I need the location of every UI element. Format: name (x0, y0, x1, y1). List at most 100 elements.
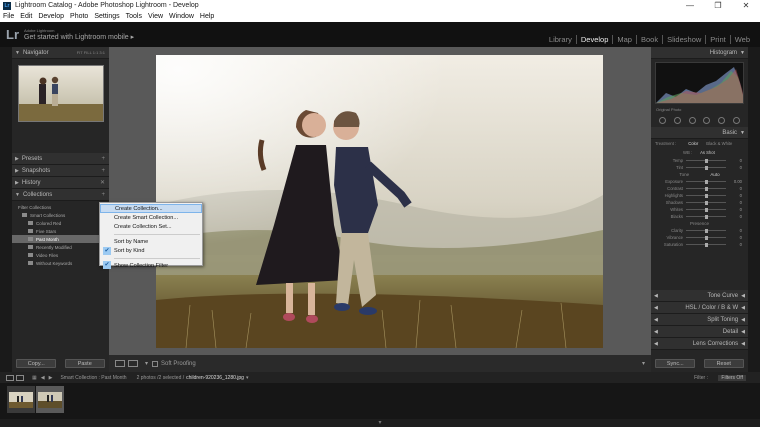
slider-track[interactable] (686, 242, 726, 247)
identity-plate[interactable]: Adobe Lightroom Get started with Lightro… (24, 28, 134, 41)
detail-header[interactable]: ◀ Detail ◀ (651, 326, 748, 338)
add-preset-icon[interactable]: + (101, 156, 105, 162)
menu-tools[interactable]: Tools (126, 13, 142, 20)
module-library[interactable]: Library (545, 35, 577, 44)
collection-row[interactable]: Recently Modified 0 (12, 243, 109, 251)
adjustment-brush-icon[interactable] (733, 116, 741, 124)
basic-header[interactable]: Basic ▼ (651, 127, 748, 139)
wb-select[interactable]: As Shot (700, 150, 715, 155)
toolbar-menu-icon[interactable]: ▾ (642, 360, 645, 367)
collection-row[interactable]: Video Files 0 (12, 251, 109, 259)
filmstrip-toggle[interactable]: ▾ (0, 419, 760, 427)
slider-knob[interactable] (704, 207, 708, 212)
menu-view[interactable]: View (148, 13, 163, 20)
treatment-color[interactable]: Color (688, 141, 698, 146)
slider-value[interactable]: 0 (740, 242, 742, 247)
split-toning-header[interactable]: ◀ Split Toning ◀ (651, 314, 748, 326)
menu-item-sort-by-kind[interactable]: ✔ Sort by Kind (100, 246, 202, 256)
grid-icon[interactable]: ▦ (32, 375, 37, 381)
navigator-zoom-options[interactable]: FIT FILL 1:1 3:1 (77, 50, 105, 55)
module-slideshow[interactable]: Slideshow (663, 35, 707, 44)
slider-knob[interactable] (704, 186, 708, 191)
menu-settings[interactable]: Settings (94, 13, 119, 20)
treatment-bw[interactable]: Black & White (706, 141, 732, 146)
minimize-button[interactable]: — (676, 0, 704, 11)
module-web[interactable]: Web (731, 35, 754, 44)
slider-track[interactable] (686, 193, 726, 198)
hsl-header[interactable]: ◀ HSL / Color / B & W ◀ (651, 302, 748, 314)
slider-track[interactable] (686, 186, 726, 191)
auto-tone-button[interactable]: Auto (710, 172, 719, 177)
presets-header[interactable]: ▶ Presets + (12, 153, 109, 165)
slider-value[interactable]: 0 (740, 207, 742, 212)
lens-corrections-header[interactable]: ◀ Lens Corrections ◀ (651, 338, 748, 350)
left-panel-edge[interactable] (0, 47, 12, 372)
collections-header[interactable]: ▼ Collections + (12, 189, 109, 201)
secondary-display-icon[interactable] (16, 374, 24, 381)
slider-value[interactable]: 0.00 (734, 179, 742, 184)
slider-value[interactable]: 0 (740, 228, 742, 233)
slider-value[interactable]: 0 (740, 235, 742, 240)
slider-value[interactable]: 0 (740, 214, 742, 219)
radial-filter-icon[interactable] (718, 116, 726, 124)
slider-knob[interactable] (704, 200, 708, 205)
slider-track[interactable] (686, 235, 726, 240)
clear-history-icon[interactable]: ✕ (100, 179, 105, 186)
slider-value[interactable]: 0 (740, 165, 742, 170)
collection-row-selected[interactable]: Past Month 2 (12, 235, 109, 243)
slider-knob[interactable] (704, 179, 708, 184)
module-book[interactable]: Book (637, 35, 664, 44)
red-eye-icon[interactable] (688, 116, 696, 124)
crop-tool-icon[interactable] (658, 116, 666, 124)
add-collection-icon[interactable]: + (101, 192, 105, 198)
menu-item-create-collection[interactable]: Create Collection... (100, 204, 202, 214)
slider-track[interactable] (686, 214, 726, 219)
graduated-filter-icon[interactable] (703, 116, 711, 124)
forward-arrow-icon[interactable]: ▶ (49, 375, 53, 381)
module-print[interactable]: Print (706, 35, 731, 44)
menu-item-show-collection-filter[interactable]: ✔ Show Collection Filter (100, 260, 202, 270)
slider-value[interactable]: 0 (740, 193, 742, 198)
loupe-view-icon[interactable] (115, 360, 125, 367)
paste-settings-button[interactable]: Paste (64, 359, 105, 368)
copy-settings-button[interactable]: Copy... (16, 359, 57, 368)
filmstrip-source[interactable]: Smart Collection : Past Month (60, 375, 126, 381)
spot-removal-icon[interactable] (673, 116, 681, 124)
slider-value[interactable]: 0 (740, 200, 742, 205)
slider-track[interactable] (686, 207, 726, 212)
identity-tagline[interactable]: Get started with Lightroom mobile ▸ (24, 33, 134, 41)
collection-set-row[interactable]: Smart Collections (12, 211, 109, 219)
navigator-preview[interactable] (17, 65, 104, 122)
add-snapshot-icon[interactable]: + (101, 168, 105, 174)
menu-file[interactable]: File (3, 13, 14, 20)
menu-photo[interactable]: Photo (70, 13, 88, 20)
right-panel-edge[interactable] (748, 47, 760, 372)
navigator-header[interactable]: ▼ Navigator FIT FILL 1:1 3:1 (12, 47, 109, 59)
close-button[interactable]: ✕ (732, 0, 760, 11)
maximize-button[interactable]: ❐ (704, 0, 732, 11)
module-map[interactable]: Map (613, 35, 637, 44)
history-header[interactable]: ▶ History ✕ (12, 177, 109, 189)
slider-knob[interactable] (704, 158, 708, 163)
menu-develop[interactable]: Develop (38, 13, 64, 20)
chevron-down-icon[interactable]: ▾ (145, 360, 148, 367)
slider-knob[interactable] (704, 193, 708, 198)
before-after-icon[interactable] (128, 360, 138, 367)
filmstrip-thumb[interactable] (7, 386, 35, 413)
collection-filter-row[interactable]: Filter Collections (12, 203, 109, 211)
sync-button[interactable]: Sync... (655, 359, 696, 368)
filter-select[interactable]: Filters Off (718, 374, 746, 381)
reset-button[interactable]: Reset (703, 359, 744, 368)
slider-knob[interactable] (704, 242, 708, 247)
tone-curve-header[interactable]: ◀ Tone Curve ◀ (651, 290, 748, 302)
filmstrip-thumb-selected[interactable] (36, 386, 64, 413)
soft-proofing-checkbox[interactable] (152, 360, 159, 367)
histogram-header[interactable]: Histogram ▼ (651, 47, 748, 59)
slider-track[interactable] (686, 165, 726, 170)
histogram[interactable] (655, 62, 744, 104)
snapshots-header[interactable]: ▶ Snapshots + (12, 165, 109, 177)
slider-knob[interactable] (704, 214, 708, 219)
slider-knob[interactable] (704, 228, 708, 233)
menu-help[interactable]: Help (200, 13, 214, 20)
slider-value[interactable]: 0 (740, 158, 742, 163)
